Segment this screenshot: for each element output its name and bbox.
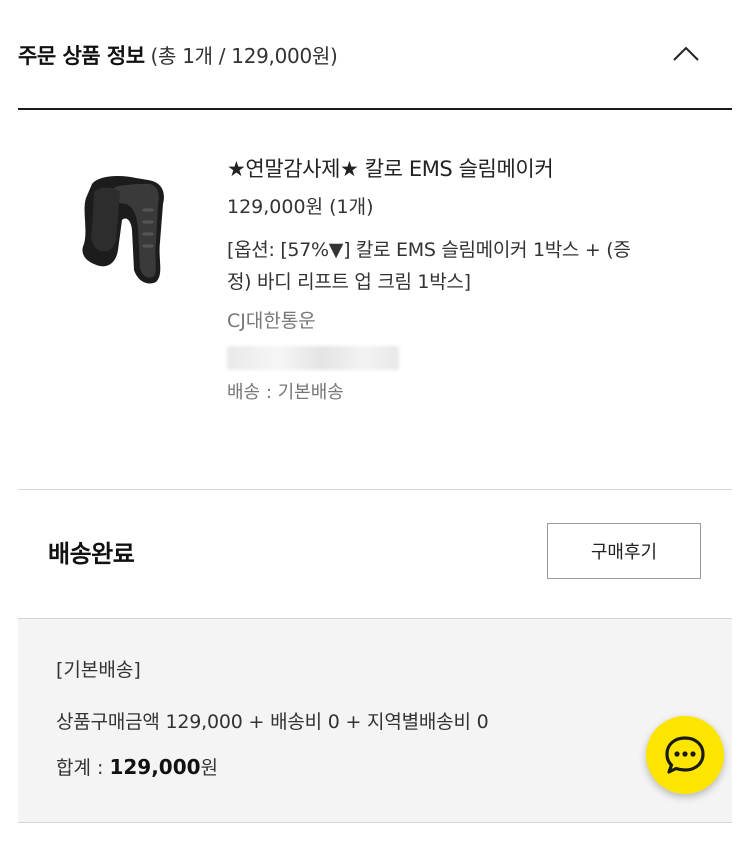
tracking-number-redacted [227,346,399,370]
chat-button[interactable] [646,716,724,794]
write-review-button[interactable]: 구매후기 [547,523,701,579]
delivery-status: 배송완료 [48,540,135,568]
shipping-group-label: [기본배송] [56,659,141,681]
order-summary-count: (총 1개 / 129,000원) [150,44,338,68]
section-divider [18,489,732,490]
chevron-up-icon [673,46,699,61]
price-breakdown: 상품구매금액 129,000 + 배송비 0 + 지역별배송비 0 [56,711,489,733]
collapse-toggle-button[interactable] [670,40,702,66]
product-image[interactable] [78,170,173,290]
section-title: 주문 상품 정보 (총 1개 / 129,000원) [18,44,338,68]
product-price: 129,000원 (1개) [227,196,374,218]
header-divider [18,108,732,110]
payment-summary: [기본배송] 상품구매금액 129,000 + 배송비 0 + 지역별배송비 0… [18,618,732,823]
product-name[interactable]: ★연말감사제★ 칼로 EMS 슬림메이커 [227,152,667,186]
courier-name: CJ대한통운 [227,310,316,332]
chat-bubble-icon [665,736,705,774]
shipping-method: 배송 : 기본배송 [227,382,344,403]
product-info: ★연말감사제★ 칼로 EMS 슬림메이커 129,000원 (1개) [옵션: … [227,152,667,408]
total-price: 합계 : 129,000원 [56,755,219,779]
handheld-ems-device-image [82,176,164,284]
total-amount: 129,000 [109,755,201,779]
order-product-header: 주문 상품 정보 (총 1개 / 129,000원) [18,38,732,74]
product-option: [옵션: [57%▼] 칼로 EMS 슬림메이커 1박스 + (증정) 바디 리… [227,239,631,293]
